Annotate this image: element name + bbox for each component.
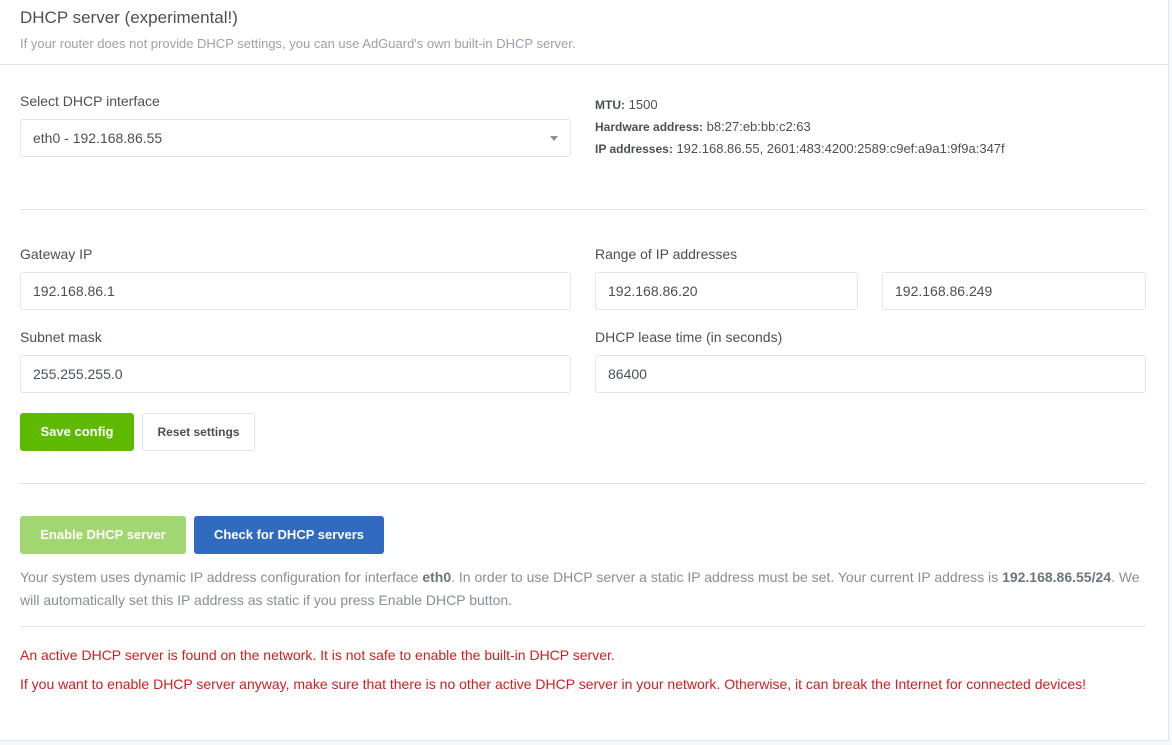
lease-label: DHCP lease time (in seconds) — [595, 329, 783, 345]
subnet-input[interactable]: 255.255.255.0 — [20, 355, 571, 393]
static-ip-notice: Your system uses dynamic IP address conf… — [20, 566, 1150, 612]
hardware-value: b8:27:eb:bb:c2:63 — [706, 119, 811, 134]
divider — [20, 483, 1146, 484]
notice-ip: 192.168.86.55/24 — [1002, 569, 1112, 585]
range-label: Range of IP addresses — [595, 246, 738, 262]
interface-select[interactable]: eth0 - 192.168.86.55 — [20, 119, 571, 157]
lease-input[interactable]: 86400 — [595, 355, 1146, 393]
check-dhcp-button[interactable]: Check for DHCP servers — [194, 516, 384, 554]
gateway-label: Gateway IP — [20, 246, 93, 262]
ip-label: IP addresses: — [595, 142, 673, 156]
range-end-input[interactable]: 192.168.86.249 — [882, 272, 1146, 310]
reset-settings-button[interactable]: Reset settings — [142, 413, 255, 451]
divider — [20, 626, 1146, 627]
page-subtitle: If your router does not provide DHCP set… — [20, 36, 576, 51]
page-title: DHCP server (experimental!) — [20, 8, 238, 27]
mtu-value: 1500 — [628, 97, 658, 112]
interface-label: Select DHCP interface — [20, 93, 160, 109]
mtu-label: MTU: — [595, 98, 625, 112]
range-start-input[interactable]: 192.168.86.20 — [595, 272, 858, 310]
dhcp-found-warning: An active DHCP server is found on the ne… — [20, 647, 615, 663]
enable-dhcp-button[interactable]: Enable DHCP server — [20, 516, 186, 554]
notice-interface: eth0 — [422, 569, 452, 585]
chevron-down-icon — [550, 136, 558, 141]
ip-value: 192.168.86.55, 2601:483:4200:2589:c9ef:a… — [676, 141, 1005, 156]
mtu-info: MTU: 1500 — [595, 97, 658, 112]
divider — [20, 209, 1146, 210]
card-header: DHCP server (experimental!) If your rout… — [0, 0, 1169, 65]
save-config-button[interactable]: Save config — [20, 413, 134, 451]
notice-text: . In order to use DHCP server a static I… — [451, 569, 1003, 585]
gateway-input[interactable]: 192.168.86.1 — [20, 272, 571, 310]
dhcp-advice-warning: If you want to enable DHCP server anyway… — [20, 676, 1087, 692]
dhcp-card: DHCP server (experimental!) If your rout… — [0, 0, 1169, 741]
notice-text: Your system uses dynamic IP address conf… — [20, 569, 423, 585]
ip-info: IP addresses: 192.168.86.55, 2601:483:42… — [595, 141, 1005, 156]
hardware-info: Hardware address: b8:27:eb:bb:c2:63 — [595, 119, 811, 134]
subnet-label: Subnet mask — [20, 329, 102, 345]
hardware-label: Hardware address: — [595, 120, 704, 134]
interface-select-value: eth0 - 192.168.86.55 — [33, 130, 163, 146]
